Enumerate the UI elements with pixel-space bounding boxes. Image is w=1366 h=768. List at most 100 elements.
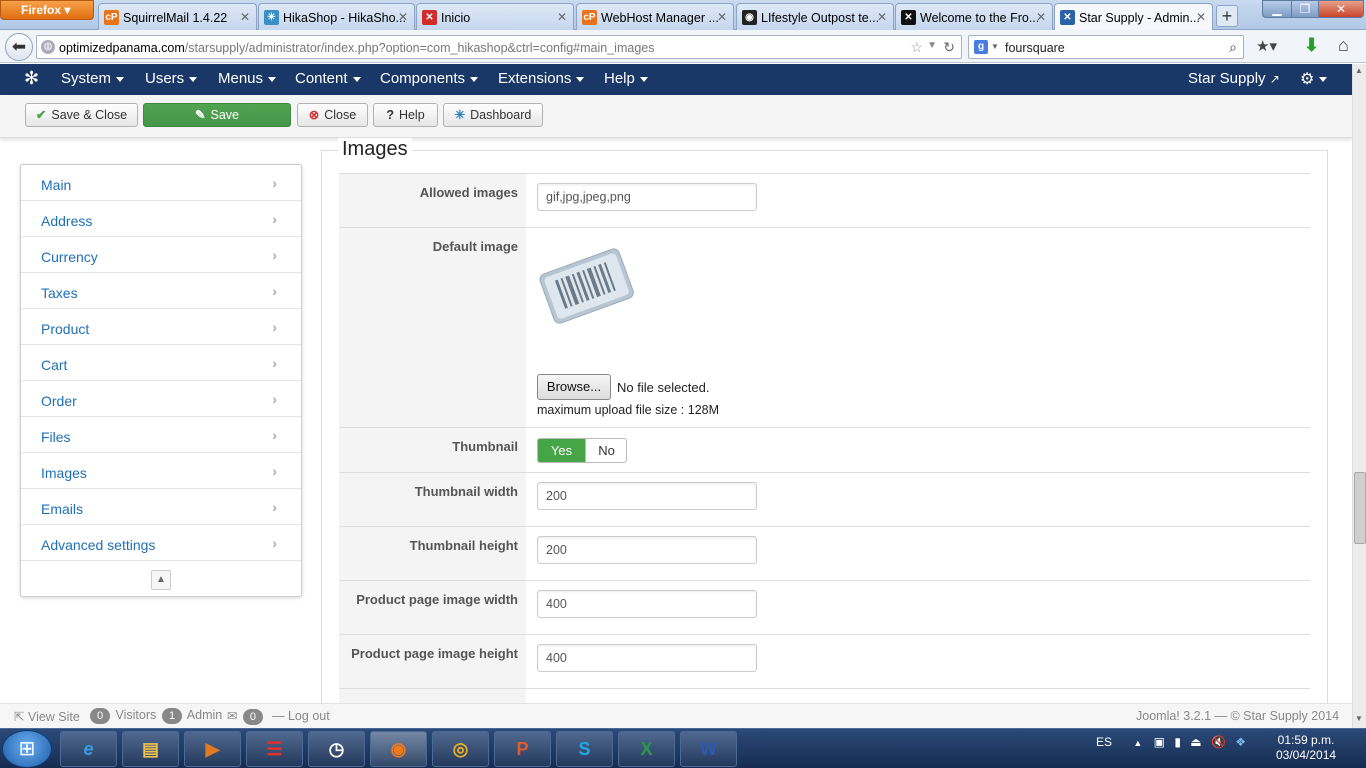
chevron-right-icon: › [272, 283, 277, 299]
close-tab-icon[interactable]: ✕ [1196, 10, 1206, 24]
taskbar-clock[interactable]: 01:59 p.m. 03/04/2014 [1276, 733, 1336, 763]
browse-button[interactable]: Browse... [537, 374, 611, 400]
scroll-up-icon[interactable]: ▲ [1355, 66, 1363, 75]
reload-icon[interactable]: ↻ [943, 39, 955, 56]
home-icon[interactable]: ⌂ [1338, 35, 1349, 56]
excel-icon[interactable]: X [618, 731, 675, 767]
firefox-menu-label: Firefox [21, 3, 62, 17]
browser-tab-lifestyle[interactable]: ◉ LIfestyle Outpost te... ✕ [736, 3, 894, 30]
tray-app-icon[interactable]: ▣ [1154, 735, 1165, 749]
download-arrow-icon[interactable]: ⬇ [1304, 35, 1319, 56]
product-image-height-input[interactable]: 400 [537, 644, 757, 672]
allowed-images-input[interactable]: gif,jpg,jpeg,png [537, 183, 757, 211]
sidebar-item-emails[interactable]: Emails › [21, 489, 301, 525]
close-tab-icon[interactable]: ✕ [1036, 10, 1046, 24]
dashboard-button[interactable]: ✳ Dashboard [443, 103, 543, 127]
file-explorer-icon[interactable]: ▤ [122, 731, 179, 767]
thumbnail-no-button[interactable]: No [585, 439, 626, 462]
browser-tab-star-supply[interactable]: ✕ Star Supply - Admin... ✕ [1054, 3, 1213, 31]
messages-status[interactable]: ✉ 0 [227, 708, 265, 725]
browser-tab-webhost[interactable]: cP WebHost Manager ... ✕ [576, 3, 734, 30]
scrollbar-thumb[interactable] [1354, 472, 1366, 544]
chrome-icon[interactable]: ◎ [432, 731, 489, 767]
word-icon[interactable]: W [680, 731, 737, 767]
menu-system[interactable]: System [61, 70, 125, 87]
thumbnail-width-input[interactable]: 200 [537, 482, 757, 510]
sidebar-item-product[interactable]: Product › [21, 309, 301, 345]
show-hidden-icons-icon[interactable]: ▲ [1133, 738, 1142, 748]
search-icon[interactable]: ⌕ [1229, 39, 1237, 56]
back-arrow-icon[interactable]: ⬅ [5, 33, 33, 61]
menu-content[interactable]: Content [295, 70, 361, 87]
media-player-icon[interactable]: ▶ [184, 731, 241, 767]
browser-tab-hikashop[interactable]: ✳ HikaShop - HikaSho... ✕ [258, 3, 415, 30]
thumbnail-yes-button[interactable]: Yes [538, 439, 585, 462]
menu-help[interactable]: Help [604, 70, 648, 87]
new-tab-button[interactable]: + [1216, 5, 1238, 27]
menu-extensions[interactable]: Extensions [498, 70, 585, 87]
row-next [339, 688, 1310, 703]
site-link[interactable]: Star Supply ↗ [1188, 70, 1280, 87]
skype-icon[interactable]: S [556, 731, 613, 767]
menu-menus[interactable]: Menus [218, 70, 277, 87]
sidebar-item-main[interactable]: Main › [21, 165, 301, 201]
scroll-down-icon[interactable]: ▼ [1355, 714, 1363, 723]
usb-device-icon[interactable]: ⏏ [1190, 735, 1201, 749]
firefox-menu-button[interactable]: Firefox ▾ [0, 0, 94, 20]
save-close-button[interactable]: ✔ Save & Close [25, 103, 138, 127]
network-icon[interactable]: ▮ [1174, 735, 1181, 749]
sidebar-item-address[interactable]: Address › [21, 201, 301, 237]
sidebar-item-taxes[interactable]: Taxes › [21, 273, 301, 309]
help-button[interactable]: ? Help [373, 103, 438, 127]
internet-explorer-icon[interactable]: e [60, 731, 117, 767]
todoist-icon[interactable]: ☰ [246, 731, 303, 767]
chevron-right-icon: › [272, 319, 277, 335]
browser-tab-inicio[interactable]: ✕ Inicio ✕ [416, 3, 574, 30]
search-bar[interactable]: g ▼ foursquare ⌕ [968, 35, 1244, 59]
dropdown-arrow-icon[interactable]: ▼ [991, 42, 999, 51]
close-tab-icon[interactable]: ✕ [877, 10, 887, 24]
browser-tab-squirrelmail[interactable]: cP SquirrelMail 1.4.22 ✕ [98, 3, 257, 30]
sidebar-item-order[interactable]: Order › [21, 381, 301, 417]
sidebar-item-files[interactable]: Files › [21, 417, 301, 453]
close-tab-icon[interactable]: ✕ [398, 10, 408, 24]
sidebar-item-label: Emails [41, 501, 84, 517]
thumbnail-height-input[interactable]: 200 [537, 536, 757, 564]
bookmark-star-icon[interactable]: ☆ [910, 39, 923, 56]
collapse-sidebar-icon[interactable]: ▲ [151, 570, 171, 590]
view-site-link[interactable]: ⇱ View Site [14, 709, 80, 724]
close-button[interactable]: ⊗ Close [297, 103, 368, 127]
joomla-logo-icon[interactable]: ✻ [24, 68, 39, 89]
menu-components[interactable]: Components [380, 70, 479, 87]
row-thumbnail-height: Thumbnail height 200 [339, 526, 1310, 580]
menu-users[interactable]: Users [145, 70, 198, 87]
dropdown-arrow-icon[interactable]: ▼ [927, 40, 937, 51]
bookmarks-icon[interactable]: ★▾ [1256, 37, 1277, 55]
firefox-icon[interactable]: ◉ [370, 731, 427, 767]
question-icon: ? [386, 108, 394, 122]
save-button[interactable]: ✎ Save [143, 103, 291, 127]
powerpoint-icon[interactable]: P [494, 731, 551, 767]
close-tab-icon[interactable]: ✕ [717, 10, 727, 24]
logout-link[interactable]: — Log out [272, 709, 330, 723]
sidebar-item-cart[interactable]: Cart › [21, 345, 301, 381]
close-tab-icon[interactable]: ✕ [240, 10, 250, 24]
close-tab-icon[interactable]: ✕ [557, 10, 567, 24]
language-indicator[interactable]: ES [1096, 735, 1112, 749]
product-image-width-input[interactable]: 400 [537, 590, 757, 618]
url-path: /starsupply/administrator/index.php?opti… [184, 41, 655, 55]
sidebar-item-images[interactable]: Images › [21, 453, 301, 489]
browser-tab-welcome[interactable]: ✕ Welcome to the Fro... ✕ [895, 3, 1053, 30]
clock-app-icon[interactable]: ◷ [308, 731, 365, 767]
dropbox-icon[interactable]: ❖ [1235, 735, 1246, 749]
windows-start-icon[interactable]: ⊞ [2, 730, 52, 768]
gear-icon[interactable]: ⚙ [1300, 69, 1328, 89]
sidebar-item-currency[interactable]: Currency › [21, 237, 301, 273]
maximize-icon[interactable]: ❐ [1291, 0, 1319, 18]
url-bar[interactable]: ◍ optimizedpanama.com/starsupply/adminis… [36, 35, 962, 59]
page-scrollbar[interactable]: ▲ ▼ [1352, 64, 1366, 728]
sidebar-item-advanced-settings[interactable]: Advanced settings › [21, 525, 301, 561]
volume-muted-icon[interactable]: 🔇 [1211, 735, 1226, 749]
minimize-icon[interactable]: ▁ [1262, 0, 1292, 18]
close-window-icon[interactable]: ✕ [1318, 0, 1364, 18]
